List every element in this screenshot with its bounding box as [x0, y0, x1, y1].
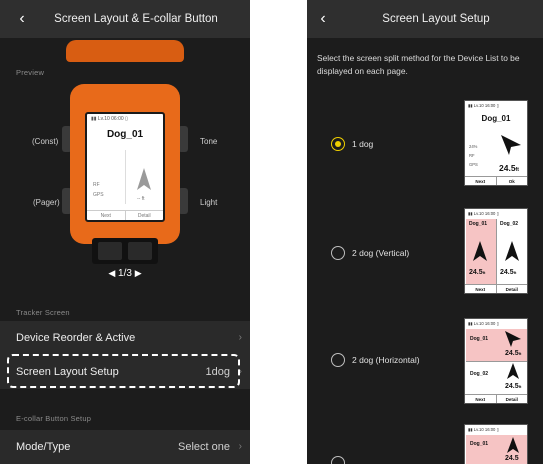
layout-instructions: Select the screen split method for the D… [317, 53, 520, 76]
radio-unselected-icon[interactable] [331, 456, 345, 464]
ecollar-section-label: E-collar Button Setup [16, 414, 92, 423]
triangle-right-icon[interactable]: ▶ [135, 268, 142, 278]
thumb-softkeys: Next Detail [465, 394, 527, 403]
thumb-distance-b: 24.5ft [505, 383, 522, 390]
device-dog-name: Dog_01 [106, 129, 144, 140]
collar-strap [92, 238, 158, 264]
device-rf-label: RF [93, 182, 100, 188]
thumb-distance: 24.5ft [499, 163, 519, 173]
device-reorder-row[interactable]: Device Reorder & Active › [0, 321, 250, 355]
softkey-next: Next [87, 210, 125, 220]
pager-label: (Pager) [33, 198, 60, 207]
chevron-left-icon: ‹ [19, 10, 25, 27]
device-screen: ▮▮ Lv.10 06:00 ▯ Dog_01 RF GPS -- ft Nex… [85, 112, 165, 222]
thumb-status: ▮▮ Lv.10 16:00 ▯ [468, 210, 499, 216]
thumb-dog-a: Dog_01 [469, 221, 488, 227]
device-distance: -- ft [137, 196, 145, 202]
thumb-dog-b: Dog_02 [470, 371, 489, 377]
thumb-key-detail: Detail [495, 395, 528, 403]
thumb-dog-a: Dog_01 [470, 441, 489, 447]
page-title: Screen Layout & E-collar Button [54, 13, 218, 25]
device-reorder-label: Device Reorder & Active [16, 332, 136, 344]
screen-layout-setup-screen: ‹ Screen Layout Setup Select the screen … [307, 0, 543, 464]
preview-section-label: Preview [16, 68, 45, 77]
back-button[interactable]: ‹ [313, 8, 333, 30]
option-label: 1 dog [352, 139, 374, 149]
thumb-key-next: Next [475, 397, 486, 402]
triangle-left-icon[interactable]: ◀ [108, 268, 115, 278]
header-bar: ‹ Screen Layout & E-collar Button [0, 0, 250, 38]
thumb-status: ▮▮ Lv.10 16:00 ▯ [468, 102, 499, 108]
mode-type-label: Mode/Type [16, 441, 71, 453]
direction-arrow-icon [505, 241, 519, 261]
page-title: Screen Layout Setup [382, 13, 490, 25]
thumb-dog-a: Dog_01 [470, 336, 489, 342]
direction-arrow-icon [507, 437, 519, 453]
thumb-status: ▮▮ Lv.10 16:00 ▯ [468, 426, 499, 432]
tone-label: Tone [200, 137, 218, 146]
radio-unselected-icon[interactable] [331, 353, 345, 367]
thumbnail-2-dog-horizontal: ▮▮ Lv.10 16:00 ▯ Dog_01 24.5ft Dog_02 24… [464, 318, 528, 404]
direction-arrow-icon [501, 135, 521, 155]
direction-arrow-icon [137, 168, 151, 190]
thumb-gps: GPS [469, 162, 478, 167]
chevron-left-icon: ‹ [320, 10, 326, 27]
thumb-key-next: Next [475, 287, 486, 292]
screen-layout-ecollar-screen: ‹ Screen Layout & E-collar Button Previe… [0, 0, 250, 464]
back-button[interactable]: ‹ [12, 8, 32, 30]
radio-unselected-icon[interactable] [331, 246, 345, 260]
header-bar: ‹ Screen Layout Setup [307, 0, 543, 38]
dashed-highlight-frame [7, 354, 240, 388]
light-label: Light [200, 198, 218, 207]
thumb-dog-name: Dog_01 [481, 114, 511, 123]
tracker-section-label: Tracker Screen [16, 308, 70, 317]
direction-arrow-icon [507, 363, 519, 379]
thumbnail-partial: ▮▮ Lv.10 16:00 ▯ Dog_01 24.5 [464, 424, 528, 464]
thumb-softkeys: Next Detail [465, 284, 527, 293]
mode-type-value: Select one [178, 441, 230, 453]
thumb-key-ok: Ok [495, 177, 528, 185]
thumbnail-1-dog: ▮▮ Lv.10 16:00 ▯ Dog_01 24% RF GPS 24.5f… [464, 100, 528, 186]
collar-top-housing [66, 40, 184, 62]
thumb-battery: 24% [469, 144, 478, 149]
thumb-softkeys: Next Ok [465, 176, 527, 185]
thumb-distance-a: 24.5ft [505, 350, 522, 357]
direction-arrow-icon [473, 241, 487, 261]
thumbnail-2-dog-vertical: ▮▮ Lv.10 16:00 ▯ Dog_01 Dog_02 24.5ft 24… [464, 208, 528, 294]
thumb-status: ▮▮ Lv.10 16:00 ▯ [468, 320, 499, 326]
device-softkeys: Next Detail [87, 210, 163, 220]
thumb-distance-a: 24.5 [505, 455, 519, 462]
thumb-distance-a: 24.5ft [469, 269, 486, 276]
device-status-bar: ▮▮ Lv.10 06:00 ▯ [91, 116, 128, 122]
device-gps-label: GPS [93, 192, 104, 198]
thumb-dog-b: Dog_02 [500, 221, 519, 227]
chevron-right-icon: › [238, 332, 242, 343]
radio-selected-icon[interactable] [331, 137, 345, 151]
thumb-key-detail: Detail [495, 285, 528, 293]
option-label: 2 dog (Vertical) [352, 248, 410, 258]
mode-type-row[interactable]: Mode/Type Select one › [0, 430, 250, 464]
chevron-right-icon: › [238, 441, 242, 452]
const-label: (Const) [32, 137, 59, 146]
thumb-rf: RF [469, 153, 475, 158]
thumb-distance-b: 24.5ft [500, 269, 517, 276]
pager-total: 3 [126, 268, 132, 279]
softkey-detail: Detail [124, 210, 163, 220]
thumb-key-next: Next [475, 179, 486, 184]
preview-pager: ◀ 1/3 ▶ [0, 268, 250, 279]
option-label: 2 dog (Horizontal) [352, 355, 420, 365]
direction-arrow-icon [505, 331, 521, 347]
